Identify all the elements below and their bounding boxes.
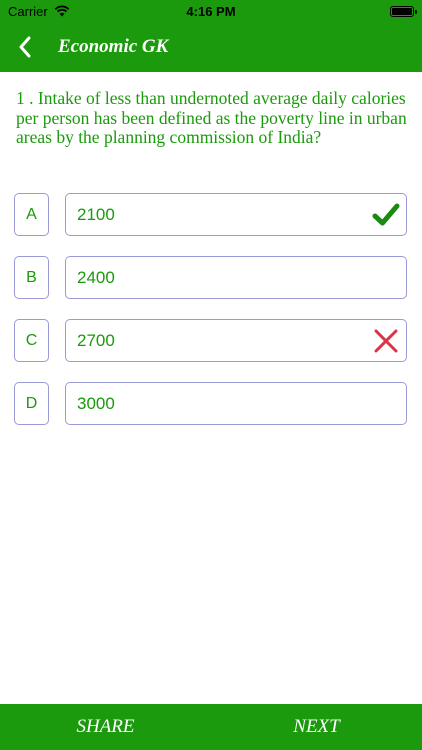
cross-icon (374, 329, 398, 353)
option-letter-c[interactable]: C (14, 319, 49, 362)
option-value: 2100 (77, 204, 115, 224)
status-bar: Carrier 4:16 PM (0, 0, 422, 22)
option-value: 3000 (77, 393, 115, 413)
option-letter-d[interactable]: D (14, 382, 49, 425)
battery-icon (390, 5, 417, 17)
option-answer-d[interactable]: 3000 (65, 382, 407, 425)
footer-bar: SHARE NEXT (0, 704, 422, 750)
page-title: Economic GK (58, 36, 169, 57)
back-button[interactable] (0, 22, 50, 72)
option-value: 2400 (77, 267, 115, 287)
chevron-left-icon (19, 36, 31, 58)
option-row-c: C 2700 (14, 319, 407, 362)
option-answer-a[interactable]: 2100 (65, 193, 407, 236)
option-answer-b[interactable]: 2400 (65, 256, 407, 299)
status-left: Carrier (8, 4, 70, 19)
option-row-a: A 2100 (14, 193, 407, 236)
wifi-icon (54, 5, 69, 17)
option-letter-b[interactable]: B (14, 256, 49, 299)
carrier-label: Carrier (8, 3, 48, 19)
next-button[interactable]: NEXT (211, 716, 422, 738)
checkmark-icon (372, 203, 400, 226)
battery-level (392, 7, 412, 15)
option-letter-a[interactable]: A (14, 193, 49, 236)
option-value: 2700 (77, 330, 115, 350)
nav-bar: Economic GK (0, 22, 422, 72)
share-button[interactable]: SHARE (0, 716, 211, 738)
option-row-b: B 2400 (14, 256, 407, 299)
question-text: 1 . Intake of less than undernoted avera… (16, 88, 407, 147)
option-row-d: D 3000 (14, 382, 407, 425)
option-answer-c[interactable]: 2700 (65, 319, 407, 362)
